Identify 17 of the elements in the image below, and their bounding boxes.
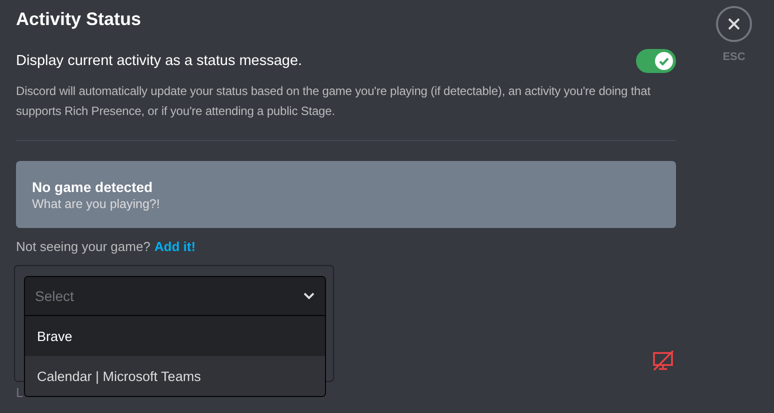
close-icon <box>727 17 741 31</box>
page-title: Activity Status <box>16 8 142 30</box>
check-icon <box>658 55 670 67</box>
setting-label: Display current activity as a status message. <box>16 53 302 69</box>
add-game-prompt: Not seeing your game? <box>16 239 150 254</box>
chevron-down-icon <box>303 292 315 300</box>
card-subtitle: What are you playing?! <box>32 196 161 210</box>
select-placeholder: Select <box>35 288 74 304</box>
close-button[interactable] <box>716 6 752 42</box>
dropdown-menu[interactable]: Select Brave Calendar | Microsoft Teams <box>24 276 326 397</box>
card-title: No game detected <box>32 178 154 194</box>
partial-label: L <box>16 385 24 400</box>
add-game-link[interactable]: Add it! <box>154 239 196 254</box>
dropdown-option[interactable]: Brave <box>25 316 325 356</box>
toggle-switch[interactable] <box>636 49 676 73</box>
setting-description: Discord will automatically update your status based on the game you're playing (if detectable), an activity you're doing that supports Rich Presence, or if you're attending a public Stage. <box>16 83 652 120</box>
esc-label: ESC <box>722 51 746 63</box>
